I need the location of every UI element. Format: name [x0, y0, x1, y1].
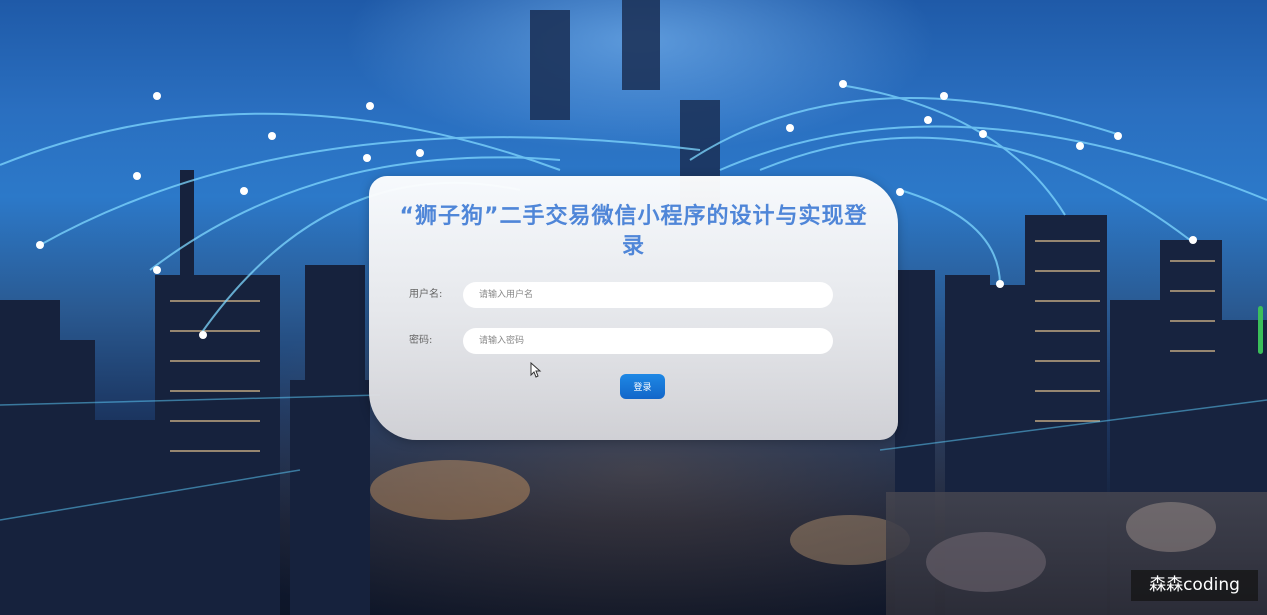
login-button[interactable]: 登录: [620, 374, 665, 399]
mouse-cursor-icon: [530, 362, 542, 378]
login-card: “狮子狗”二手交易微信小程序的设计与实现登录 用户名: 密码: 登录: [369, 176, 898, 440]
username-label: 用户名:: [409, 289, 443, 300]
password-input[interactable]: [463, 328, 833, 354]
username-input[interactable]: [463, 282, 833, 308]
login-title: “狮子狗”二手交易微信小程序的设计与实现登录: [399, 204, 868, 259]
username-row: 用户名:: [369, 282, 898, 308]
scrollbar-thumb[interactable]: [1258, 306, 1263, 354]
password-row: 密码:: [369, 328, 898, 354]
watermark: 森森coding: [1131, 570, 1258, 601]
password-label: 密码:: [409, 335, 433, 346]
